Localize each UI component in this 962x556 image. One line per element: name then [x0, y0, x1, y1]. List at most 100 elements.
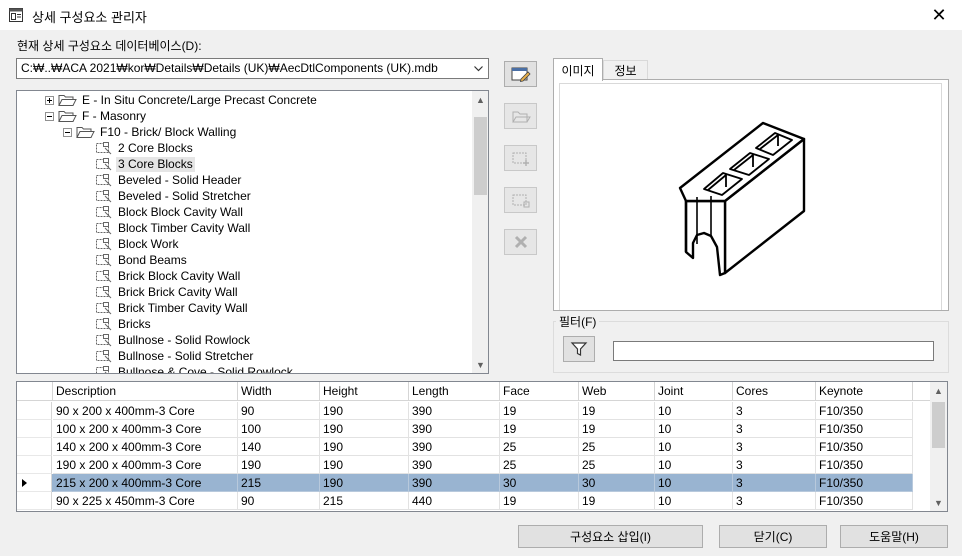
tree-component-item[interactable]: Bullnose - Solid Stretcher: [95, 348, 255, 364]
table-cell[interactable]: 190: [320, 420, 409, 438]
table-cell[interactable]: 10: [655, 420, 733, 438]
help-button[interactable]: 도움말(H): [840, 525, 948, 548]
table-cell[interactable]: 3: [733, 402, 816, 420]
table-row[interactable]: 90 x 200 x 400mm-3 Core 90 190 390 19 19 10 3 F1…: [17, 402, 913, 420]
collapse-minus-icon[interactable]: [45, 111, 54, 121]
grid-scrollbar[interactable]: ▲ ▼: [930, 382, 947, 511]
column-header-joint[interactable]: Joint: [655, 382, 733, 401]
table-cell[interactable]: 190 x 200 x 400mm-3 Core: [53, 456, 238, 474]
row-header[interactable]: [17, 456, 52, 474]
table-cell[interactable]: 3: [733, 420, 816, 438]
tree-component-item[interactable]: Beveled - Solid Header: [95, 172, 243, 188]
row-header[interactable]: [17, 402, 52, 420]
table-cell[interactable]: F10/350: [816, 420, 913, 438]
table-cell[interactable]: 19: [579, 492, 655, 510]
table-cell[interactable]: 10: [655, 456, 733, 474]
tree-scrollbar[interactable]: ▲ ▼: [472, 91, 488, 373]
table-cell[interactable]: 390: [409, 402, 500, 420]
table-cell[interactable]: 440: [409, 492, 500, 510]
table-cell[interactable]: 3: [733, 438, 816, 456]
column-header-length[interactable]: Length: [409, 382, 500, 401]
table-cell[interactable]: 215 x 200 x 400mm-3 Core: [53, 474, 238, 492]
scroll-thumb[interactable]: [474, 117, 487, 195]
open-folder-button[interactable]: [504, 103, 537, 129]
tree-component-item[interactable]: Brick Brick Cavity Wall: [95, 284, 240, 300]
table-cell[interactable]: 19: [579, 402, 655, 420]
chevron-down-icon[interactable]: [470, 60, 486, 77]
table-cell[interactable]: 90: [238, 492, 320, 510]
table-cell[interactable]: 390: [409, 456, 500, 474]
table-cell[interactable]: 190: [320, 402, 409, 420]
table-cell[interactable]: 3: [733, 456, 816, 474]
collapse-minus-icon[interactable]: [63, 127, 72, 137]
tree-component-item[interactable]: Block Block Cavity Wall: [95, 204, 245, 220]
scroll-down-icon[interactable]: ▼: [930, 494, 947, 511]
column-header-cores[interactable]: Cores: [733, 382, 816, 401]
row-header[interactable]: [17, 420, 52, 438]
copy-component-button[interactable]: [504, 187, 537, 213]
table-cell[interactable]: 100: [238, 420, 320, 438]
table-cell[interactable]: F10/350: [816, 438, 913, 456]
table-cell[interactable]: 25: [579, 438, 655, 456]
tree-component-item[interactable]: Bullnose & Cove - Solid Rowlock: [95, 364, 295, 373]
table-cell[interactable]: 19: [500, 420, 579, 438]
table-cell[interactable]: F10/350: [816, 492, 913, 510]
table-row[interactable]: 90 x 225 x 450mm-3 Core 90 215 440 19 19 10 3 F1…: [17, 492, 913, 510]
table-cell[interactable]: F10/350: [816, 456, 913, 474]
table-cell[interactable]: 140 x 200 x 400mm-3 Core: [53, 438, 238, 456]
table-cell[interactable]: 90 x 225 x 450mm-3 Core: [53, 492, 238, 510]
table-cell[interactable]: 10: [655, 438, 733, 456]
insert-component-button[interactable]: 구성요소 삽입(I): [518, 525, 703, 548]
table-cell[interactable]: 90: [238, 402, 320, 420]
tree-folder-item[interactable]: F - Masonry: [45, 108, 148, 124]
table-cell[interactable]: 19: [579, 420, 655, 438]
tree-folder-item[interactable]: E - In Situ Concrete/Large Precast Concr…: [45, 92, 319, 108]
table-cell[interactable]: 3: [733, 474, 816, 492]
table-cell[interactable]: 3: [733, 492, 816, 510]
table-cell[interactable]: 10: [655, 492, 733, 510]
table-cell[interactable]: 10: [655, 474, 733, 492]
component-tree[interactable]: E - In Situ Concrete/Large Precast Concr…: [16, 90, 489, 374]
database-combobox[interactable]: C:₩..₩ACA 2021₩kor₩Details₩Details (UK)₩…: [16, 58, 489, 79]
table-cell[interactable]: 190: [320, 474, 409, 492]
filter-button[interactable]: [563, 336, 595, 362]
tree-component-item[interactable]: Beveled - Solid Stretcher: [95, 188, 253, 204]
row-header[interactable]: [17, 474, 52, 492]
tree-folder-item[interactable]: F10 - Brick/ Block Walling: [63, 124, 238, 140]
table-cell[interactable]: 19: [500, 402, 579, 420]
table-cell[interactable]: 25: [579, 456, 655, 474]
expand-plus-icon[interactable]: [45, 95, 54, 105]
filter-input[interactable]: [613, 341, 934, 361]
table-cell[interactable]: 215: [238, 474, 320, 492]
tree-component-item[interactable]: Block Work: [95, 236, 180, 252]
table-cell[interactable]: 25: [500, 438, 579, 456]
tree-component-item[interactable]: Brick Block Cavity Wall: [95, 268, 242, 284]
table-row[interactable]: 190 x 200 x 400mm-3 Core 190 190 390 25 25 10 3…: [17, 456, 913, 474]
table-cell[interactable]: 19: [500, 492, 579, 510]
tree-component-item[interactable]: Bricks: [95, 316, 153, 332]
new-component-button[interactable]: [504, 145, 537, 171]
scroll-up-icon[interactable]: ▲: [472, 91, 488, 108]
column-header-width[interactable]: Width: [238, 382, 320, 401]
tree-component-item[interactable]: Block Timber Cavity Wall: [95, 220, 252, 236]
table-row[interactable]: 140 x 200 x 400mm-3 Core 140 190 390 25 25 10 3…: [17, 438, 913, 456]
table-cell[interactable]: 190: [238, 456, 320, 474]
table-cell[interactable]: 390: [409, 474, 500, 492]
table-cell[interactable]: F10/350: [816, 402, 913, 420]
scroll-thumb[interactable]: [932, 402, 945, 448]
column-header-keynote[interactable]: Keynote: [816, 382, 913, 401]
column-header-description[interactable]: Description: [53, 382, 238, 401]
column-header-web[interactable]: Web: [579, 382, 655, 401]
table-cell[interactable]: 390: [409, 438, 500, 456]
tree-component-item[interactable]: 3 Core Blocks: [95, 156, 195, 172]
table-cell[interactable]: 100 x 200 x 400mm-3 Core: [53, 420, 238, 438]
table-cell[interactable]: F10/350: [816, 474, 913, 492]
tree-component-item[interactable]: Brick Timber Cavity Wall: [95, 300, 250, 316]
table-cell[interactable]: 10: [655, 402, 733, 420]
close-button[interactable]: 닫기(C): [719, 525, 827, 548]
table-cell[interactable]: 215: [320, 492, 409, 510]
scroll-down-icon[interactable]: ▼: [472, 356, 488, 373]
table-cell[interactable]: 90 x 200 x 400mm-3 Core: [53, 402, 238, 420]
tab-image[interactable]: 이미지: [553, 58, 603, 81]
table-cell[interactable]: 25: [500, 456, 579, 474]
